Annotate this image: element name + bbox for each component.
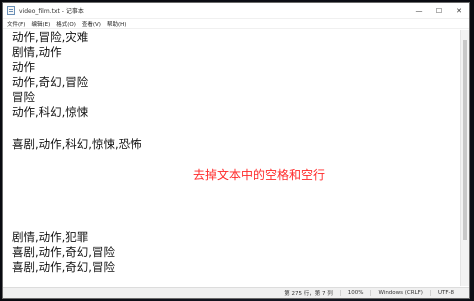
window-title: video_film.txt - 记事本 [19, 8, 84, 15]
text-line: 动作,冒险,灾难 [12, 30, 89, 44]
menu-bar: 文件(F) 编辑(E) 格式(O) 查看(V) 帮助(H) [3, 19, 469, 29]
menu-view[interactable]: 查看(V) [82, 20, 101, 28]
minimize-button[interactable]: — [409, 3, 429, 18]
window-controls: — ☐ ✕ [409, 3, 469, 18]
maximize-button[interactable]: ☐ [429, 3, 449, 18]
menu-file[interactable]: 文件(F) [7, 20, 25, 28]
notepad-icon [7, 6, 15, 15]
text-line: 动作 [12, 60, 35, 74]
menu-edit[interactable]: 编辑(E) [31, 20, 50, 28]
scrollbar-thumb[interactable] [463, 40, 467, 240]
line-ending: Windows (CRLF) [370, 290, 429, 296]
menu-help[interactable]: 帮助(H) [107, 20, 126, 28]
zoom-level: 100% [339, 290, 371, 296]
text-editor-area[interactable]: 动作,冒险,灾难 剧情,动作 动作 动作,奇幻,冒险 冒险 动作,科幻,惊悚 喜… [3, 30, 461, 286]
text-line: 剧情,动作,犯罪 [12, 230, 89, 244]
cursor-position: 第 275 行，第 7 列 [284, 291, 333, 297]
status-bar: 第 275 行，第 7 列 100% Windows (CRLF) UTF-8 [3, 287, 469, 298]
text-line: 动作,奇幻,冒险 [12, 75, 89, 89]
text-line: 动作,科幻,惊悚 [12, 105, 89, 119]
encoding: UTF-8 [429, 290, 461, 296]
text-line: 喜剧,动作,科幻,惊悚,恐怖 [12, 137, 142, 151]
close-button[interactable]: ✕ [449, 3, 469, 18]
title-bar: video_film.txt - 记事本 — ☐ ✕ [3, 3, 469, 19]
annotation-caption: 去掉文本中的空格和空行 [193, 168, 326, 182]
notepad-window: video_film.txt - 记事本 — ☐ ✕ 文件(F) 编辑(E) 格… [2, 2, 470, 299]
desktop-background: video_film.txt - 记事本 — ☐ ✕ 文件(F) 编辑(E) 格… [0, 0, 474, 301]
text-line: 喜剧,动作,奇幻,冒险 [12, 260, 115, 274]
text-line: 喜剧,动作,奇幻,冒险 [12, 245, 115, 259]
text-line: 剧情,动作 [12, 45, 62, 59]
text-line: 冒险 [12, 90, 35, 104]
menu-format[interactable]: 格式(O) [56, 20, 76, 28]
vertical-scrollbar[interactable] [460, 30, 469, 286]
